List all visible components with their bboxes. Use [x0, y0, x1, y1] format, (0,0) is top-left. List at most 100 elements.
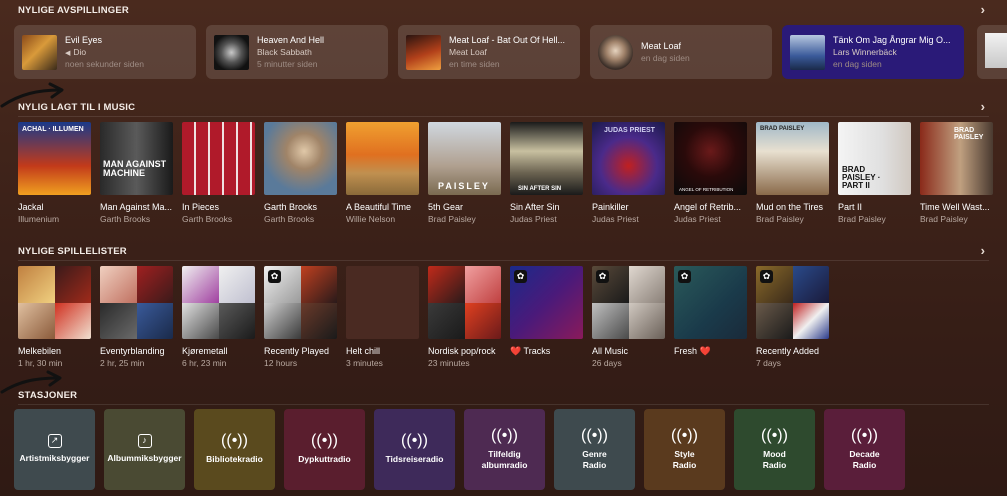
- station-label: Artistmiksbygger: [19, 453, 90, 464]
- broadcast-icon: ((•)): [491, 426, 518, 444]
- track-title: Meat Loaf - Bat Out Of Hell...: [449, 35, 566, 45]
- playlist-tile[interactable]: Eventyrblanding 2 hr, 25 min: [100, 266, 173, 368]
- recent-play-card[interactable]: [977, 25, 1007, 79]
- album-art: BRAD PAISLEY · PART II: [838, 122, 911, 195]
- playlist-duration: 12 hours: [264, 358, 298, 368]
- album-tile[interactable]: ACHAL · ILLUMEN Jackal Illumenium: [18, 122, 91, 224]
- album-tile[interactable]: In Pieces Garth Brooks: [182, 122, 255, 224]
- station-random-album-radio[interactable]: ((•)) Tilfeldig albumradio: [464, 409, 545, 490]
- album-art-text: PAISLEY: [438, 181, 490, 191]
- album-title: Time Well Wast...: [920, 202, 990, 212]
- playlist-tile[interactable]: Nordisk pop/rock 23 minutes: [428, 266, 501, 368]
- playlist-title: Kjøremetall: [182, 346, 228, 356]
- playlist-tile[interactable]: Helt chill 3 minutes: [346, 266, 419, 368]
- album-tile[interactable]: BRAD PAISLEY · PART II Part II Brad Pais…: [838, 122, 911, 224]
- gear-icon: ✿: [514, 270, 527, 283]
- album-tile[interactable]: Garth Brooks Garth Brooks: [264, 122, 337, 224]
- chevron-right-icon[interactable]: ›: [981, 2, 985, 17]
- played-time: noen sekunder siden: [65, 59, 144, 69]
- station-library-radio[interactable]: ((•)) Bibliotekradio: [194, 409, 275, 490]
- album-tile[interactable]: BRAD PAISLEY Time Well Wast... Brad Pais…: [920, 122, 993, 224]
- station-mood-radio[interactable]: ((•)) Mood Radio: [734, 409, 815, 490]
- album-art: [790, 34, 825, 70]
- playlist-tile[interactable]: ✿ All Music 26 days: [592, 266, 665, 368]
- album-title: Man Against Ma...: [100, 202, 173, 212]
- album-artist: Garth Brooks: [182, 214, 233, 224]
- album-title: Part II: [838, 202, 863, 212]
- playlist-art: ✿: [756, 266, 829, 339]
- album-art: BRAD PAISLEY: [920, 122, 993, 195]
- played-time: en dag siden: [833, 59, 882, 69]
- playlist-tile[interactable]: ✿ Fresh ❤️: [674, 266, 747, 368]
- recent-play-card[interactable]: Heaven And Hell Black Sabbath 5 minutter…: [206, 25, 388, 79]
- playlist-tile[interactable]: Kjøremetall 6 hr, 23 min: [182, 266, 255, 368]
- broadcast-icon: ((•)): [221, 432, 248, 450]
- playlist-title: Helt chill: [346, 346, 381, 356]
- recent-play-card[interactable]: Meat Loaf - Bat Out Of Hell... Meat Loaf…: [398, 25, 580, 79]
- station-label: Dypkuttradio: [298, 454, 351, 465]
- recent-play-card[interactable]: Meat Loaf en dag siden: [590, 25, 772, 79]
- station-deep-cuts-radio[interactable]: ((•)) Dypkuttradio: [284, 409, 365, 490]
- station-album-mix[interactable]: ♪ Albummiksbygger: [104, 409, 185, 490]
- station-style-radio[interactable]: ((•)) Style Radio: [644, 409, 725, 490]
- album-tile[interactable]: ANGEL OF RETRIBUTION Angel of Retrib... …: [674, 122, 747, 224]
- playlist-title: All Music: [592, 346, 629, 356]
- station-label: Mood Radio: [762, 448, 787, 470]
- broadcast-icon: ((•)): [671, 426, 698, 444]
- chevron-right-icon[interactable]: ›: [981, 243, 985, 258]
- station-label: Bibliotekradio: [206, 454, 263, 465]
- station-genre-radio[interactable]: ((•)) Genre Radio: [554, 409, 635, 490]
- album-tile[interactable]: MAN AGAINST MACHINE Man Against Ma... Ga…: [100, 122, 173, 224]
- album-artist: Brad Paisley: [428, 214, 476, 224]
- broadcast-icon: ((•)): [851, 426, 878, 444]
- playlist-tile[interactable]: ✿ Recently Added 7 days: [756, 266, 829, 368]
- album-tile[interactable]: PAISLEY 5th Gear Brad Paisley: [428, 122, 501, 224]
- album-tile[interactable]: JUDAS PRIEST Painkiller Judas Priest: [592, 122, 665, 224]
- track-artist: Black Sabbath: [257, 47, 312, 57]
- album-art: [182, 122, 255, 195]
- playlist-title: Melkebilen: [18, 346, 62, 356]
- station-label: Albummiksbygger: [107, 453, 182, 464]
- album-art: [346, 122, 419, 195]
- album-art: [214, 34, 249, 70]
- recent-play-card[interactable]: Tänk Om Jag Ångrar Mig O... Lars Winnerb…: [782, 25, 964, 79]
- station-time-travel-radio[interactable]: ((•)) Tidsreiseradio: [374, 409, 455, 490]
- album-art-text: MAN AGAINST MACHINE: [103, 159, 167, 178]
- station-label: Style Radio: [672, 448, 697, 470]
- station-artist-mix[interactable]: ↗ Artistmiksbygger: [14, 409, 95, 490]
- album-artist: Judas Priest: [510, 214, 557, 224]
- playlist-art: [18, 266, 91, 339]
- broadcast-icon: ((•)): [761, 426, 788, 444]
- played-time: en time siden: [449, 59, 500, 69]
- album-art: ACHAL · ILLUMEN: [18, 122, 91, 195]
- album-artist: Judas Priest: [674, 214, 721, 224]
- track-title: Tänk Om Jag Ångrar Mig O...: [833, 35, 951, 45]
- album-art-text: SIN AFTER SIN: [518, 186, 562, 192]
- album-tile[interactable]: BRAD PAISLEY Mud on the Tires Brad Paisl…: [756, 122, 829, 224]
- playlist-art: ✿: [592, 266, 665, 339]
- section-title-recent-plays: NYLIGE AVSPILLINGER: [18, 5, 129, 16]
- station-decade-radio[interactable]: ((•)) Decade Radio: [824, 409, 905, 490]
- track-artist: Meat Loaf: [449, 47, 487, 57]
- album-tile[interactable]: SIN AFTER SIN Sin After Sin Judas Priest: [510, 122, 583, 224]
- recent-play-card[interactable]: Evil Eyes ◀ Dio noen sekunder siden: [14, 25, 196, 79]
- album-tile[interactable]: A Beautiful Time Willie Nelson: [346, 122, 419, 224]
- playlist-art: ✿: [510, 266, 583, 339]
- album-artist: Garth Brooks: [100, 214, 151, 224]
- playlist-tile[interactable]: ✿ ❤️ Tracks: [510, 266, 583, 368]
- album-title: Sin After Sin: [510, 202, 560, 212]
- chevron-right-icon[interactable]: ›: [981, 99, 985, 114]
- album-title: Angel of Retrib...: [674, 202, 742, 212]
- speaker-icon: ◀: [65, 50, 71, 57]
- playlist-duration: 2 hr, 25 min: [100, 358, 145, 368]
- album-title: Garth Brooks: [264, 202, 318, 212]
- section-title-recent-playlists: NYLIGE SPILLELISTER: [18, 246, 127, 257]
- playlist-title: Recently Played: [264, 346, 330, 356]
- playlist-duration: 6 hr, 23 min: [182, 358, 227, 368]
- playlist-art: [428, 266, 501, 339]
- album-art: [264, 122, 337, 195]
- playlist-tile[interactable]: Melkebilen 1 hr, 30 min: [18, 266, 91, 368]
- track-artist: Lars Winnerbäck: [833, 47, 897, 57]
- album-artist: Illumenium: [18, 214, 60, 224]
- playlist-tile[interactable]: ✿ Recently Played 12 hours: [264, 266, 337, 368]
